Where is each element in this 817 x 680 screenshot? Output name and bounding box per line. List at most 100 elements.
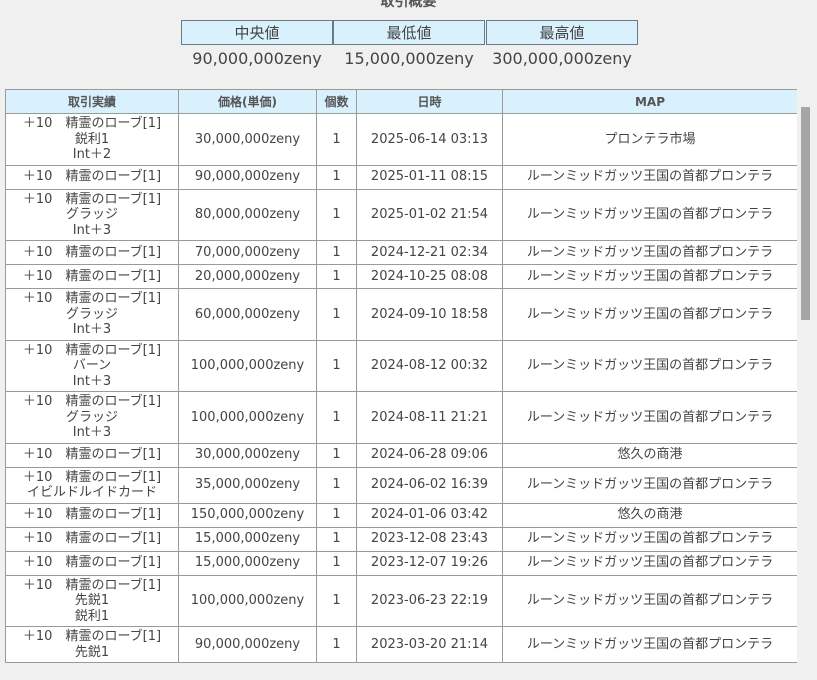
table-row: ＋10 精霊のローブ[1] 90,000,000zeny 1 2025-01-11 0…	[5, 164, 797, 190]
item-option: 先鋭1	[74, 644, 110, 660]
table-row: ＋10 精霊のローブ[1] 15,000,000zeny 1 2023-12-07 1…	[5, 550, 797, 576]
item-name: ＋10 精霊のローブ[1]	[22, 469, 162, 485]
cell-datetime: 2025-01-11 08:15	[356, 164, 503, 190]
cell-datetime: 2023-03-20 21:14	[356, 626, 503, 663]
item-option: グラッジ	[65, 409, 118, 425]
item-option: グラッジ	[65, 306, 118, 322]
cell-price: 150,000,000zeny	[178, 502, 317, 528]
header-price: 価格(単価)	[178, 89, 317, 114]
item-name: ＋10 精霊のローブ[1]	[22, 555, 162, 571]
trade-history-table: 取引実績 価格(単価) 個数 日時 MAP ＋10 精霊のローブ[1] 鋭利1 In…	[5, 89, 797, 663]
trade-history-container[interactable]: 取引実績 価格(単価) 個数 日時 MAP ＋10 精霊のローブ[1] 鋭利1 In…	[5, 89, 797, 680]
item-option: Int＋3	[72, 222, 112, 238]
cell-price: 60,000,000zeny	[178, 288, 317, 341]
header-quantity: 個数	[316, 89, 357, 114]
cell-quantity: 1	[316, 391, 357, 444]
cell-map: ルーンミッドガッツ王国の首都プロンテラ	[502, 188, 797, 241]
cell-map: ルーンミッドガッツ王国の首都プロンテラ	[502, 526, 797, 552]
item-name: ＋10 精霊のローブ[1]	[22, 629, 162, 644]
cell-quantity: 1	[316, 550, 357, 576]
cell-price: 70,000,000zeny	[178, 240, 317, 265]
cell-price: 90,000,000zeny	[178, 626, 317, 663]
cell-quantity: 1	[316, 626, 357, 663]
cell-item: ＋10 精霊のローブ[1] グラッジ Int＋3	[5, 288, 179, 341]
cell-datetime: 2024-01-06 03:42	[356, 502, 503, 528]
table-row: ＋10 精霊のローブ[1] 鋭利1 Int＋2 30,000,000zeny 1 2025…	[5, 113, 797, 166]
item-name: ＋10 精霊のローブ[1]	[22, 191, 162, 207]
cell-datetime: 2023-12-07 19:26	[356, 550, 503, 576]
item-option: 先鋭1	[74, 593, 110, 608]
cell-quantity: 1	[316, 113, 357, 166]
cell-quantity: 1	[316, 288, 357, 341]
item-option: Int＋3	[72, 425, 112, 440]
cell-map: ルーンミッドガッツ王国の首都プロンテラ	[502, 164, 797, 190]
cell-map: ルーンミッドガッツ王国の首都プロンテラ	[502, 391, 797, 444]
item-name: ＋10 精霊のローブ[1]	[22, 342, 162, 358]
cell-item: ＋10 精霊のローブ[1] 先鋭1	[5, 626, 179, 663]
cell-quantity: 1	[316, 188, 357, 241]
cell-price: 90,000,000zeny	[178, 164, 317, 190]
item-option: Int＋3	[72, 322, 112, 337]
table-row: ＋10 精霊のローブ[1] グラッジ Int＋3 60,000,000zeny 1 202…	[5, 288, 797, 341]
table-row: ＋10 精霊のローブ[1] 先鋭1 90,000,000zeny 1 2023-03-2…	[5, 626, 797, 663]
stat-max-label: 最高値	[486, 20, 638, 45]
cell-datetime: 2024-12-21 02:34	[356, 240, 503, 265]
item-name: ＋10 精霊のローブ[1]	[22, 291, 162, 306]
header-map: MAP	[502, 89, 797, 114]
cell-item: ＋10 精霊のローブ[1]	[5, 240, 179, 265]
cell-quantity: 1	[316, 466, 357, 504]
item-name: ＋10 精霊のローブ[1]	[22, 447, 162, 463]
cell-item: ＋10 精霊のローブ[1]	[5, 550, 179, 576]
cell-item: ＋10 精霊のローブ[1] イビルドルイドカード	[5, 466, 179, 504]
item-option: グラッジ	[65, 207, 118, 222]
stat-max-value: 300,000,000zeny	[492, 49, 632, 68]
cell-map: ルーンミッドガッツ王国の首都プロンテラ	[502, 264, 797, 289]
cell-map: ルーンミッドガッツ王国の首都プロンテラ	[502, 339, 797, 392]
table-row: ＋10 精霊のローブ[1] 150,000,000zeny 1 2024-01-06 …	[5, 502, 797, 528]
cell-item: ＋10 精霊のローブ[1] グラッジ Int＋3	[5, 391, 179, 444]
cell-map: 悠久の商港	[502, 442, 797, 468]
scrollbar-thumb[interactable]	[801, 107, 810, 320]
item-option: 鋭利1	[74, 608, 110, 624]
stat-max: 最高値 300,000,000zeny	[486, 20, 638, 68]
cell-item: ＋10 精霊のローブ[1] 先鋭1 鋭利1	[5, 574, 179, 627]
item-name: ＋10 精霊のローブ[1]	[22, 531, 162, 547]
cell-quantity: 1	[316, 574, 357, 627]
table-row: ＋10 精霊のローブ[1] 20,000,000zeny 1 2024-10-25 0…	[5, 264, 797, 289]
item-name: ＋10 精霊のローブ[1]	[22, 268, 162, 284]
cell-item: ＋10 精霊のローブ[1]	[5, 442, 179, 468]
cell-item: ＋10 精霊のローブ[1] 鋭利1 Int＋2	[5, 113, 179, 166]
cell-quantity: 1	[316, 264, 357, 289]
cell-datetime: 2024-06-28 09:06	[356, 442, 503, 468]
cell-quantity: 1	[316, 240, 357, 265]
item-name: ＋10 精霊のローブ[1]	[22, 116, 162, 131]
cell-quantity: 1	[316, 164, 357, 190]
stat-min-label: 最低値	[333, 20, 485, 45]
cell-datetime: 2024-06-02 16:39	[356, 466, 503, 504]
cell-price: 15,000,000zeny	[178, 550, 317, 576]
cell-quantity: 1	[316, 339, 357, 392]
header-datetime: 日時	[356, 89, 503, 114]
vertical-scrollbar[interactable]	[797, 89, 817, 680]
item-option: Int＋3	[72, 373, 112, 389]
item-name: ＋10 精霊のローブ[1]	[22, 507, 162, 523]
cell-map: ルーンミッドガッツ王国の首都プロンテラ	[502, 240, 797, 265]
stat-min: 最低値 15,000,000zeny	[333, 20, 485, 68]
item-option: バーン	[72, 358, 112, 373]
summary-title: 取引概要	[380, 0, 437, 10]
table-row: ＋10 精霊のローブ[1] イビルドルイドカード 35,000,000zeny 1 20…	[5, 466, 797, 504]
table-row: ＋10 精霊のローブ[1] グラッジ Int＋3 100,000,000zeny 1 20…	[5, 391, 797, 444]
table-row: ＋10 精霊のローブ[1] 30,000,000zeny 1 2024-06-28 0…	[5, 442, 797, 468]
cell-quantity: 1	[316, 502, 357, 528]
cell-price: 80,000,000zeny	[178, 188, 317, 241]
stat-median: 中央値 90,000,000zeny	[181, 20, 333, 68]
cell-datetime: 2024-09-10 18:58	[356, 288, 503, 341]
cell-price: 20,000,000zeny	[178, 264, 317, 289]
table-row: ＋10 精霊のローブ[1] 15,000,000zeny 1 2023-12-08 2…	[5, 526, 797, 552]
table-row: ＋10 精霊のローブ[1] 先鋭1 鋭利1 100,000,000zeny 1 2023-…	[5, 574, 797, 627]
cell-item: ＋10 精霊のローブ[1]	[5, 164, 179, 190]
cell-datetime: 2024-08-12 00:32	[356, 339, 503, 392]
table-header-row: 取引実績 価格(単価) 個数 日時 MAP	[5, 89, 797, 114]
item-name: ＋10 精霊のローブ[1]	[22, 577, 162, 593]
item-name: ＋10 精霊のローブ[1]	[22, 244, 162, 260]
